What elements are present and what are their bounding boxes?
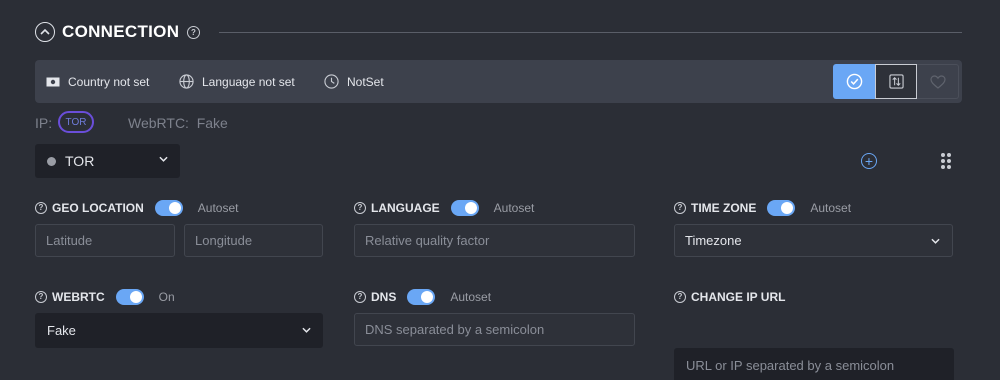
help-circle-icon[interactable]: ? (674, 202, 686, 214)
status-dot (47, 156, 56, 166)
dns-field[interactable]: DNS separated by a semicolon (354, 313, 635, 346)
longitude-field[interactable]: Longitude (184, 224, 323, 257)
confirm-button[interactable] (833, 64, 875, 99)
language-summary: Language not set (179, 60, 295, 103)
country-summary: Country not set (46, 60, 149, 103)
webrtc-section-label: WEBRTC (52, 290, 105, 304)
dns-autoset: Autoset (450, 290, 492, 304)
proxy-select[interactable]: TOR (35, 144, 180, 178)
timezone-toggle[interactable] (767, 200, 796, 216)
latitude-field[interactable]: Latitude (35, 224, 175, 257)
dns-label: DNS (371, 290, 397, 304)
language-toggle[interactable] (450, 200, 479, 216)
favorite-button[interactable] (917, 64, 959, 99)
help-circle-icon[interactable]: ? (354, 202, 366, 214)
chevron-up-icon (40, 29, 50, 35)
language-header: ? LANGUAGE Autoset (354, 199, 534, 217)
change-ip-field[interactable]: URL or IP separated by a semicolon (674, 348, 954, 380)
webrtc-header: ? WEBRTC On (35, 288, 175, 306)
language-section-label: LANGUAGE (371, 201, 440, 215)
flag-icon (46, 77, 60, 86)
help-circle-icon[interactable]: ? (35, 202, 47, 214)
timezone-section-label: TIME ZONE (691, 201, 757, 215)
clock-icon (324, 74, 339, 89)
heart-icon (929, 74, 946, 89)
language-autoset: Autoset (493, 201, 535, 215)
dns-toggle[interactable] (407, 289, 436, 305)
section-title: CONNECTION (62, 22, 180, 41)
timezone-summary: NotSet (324, 60, 384, 103)
ip-badge: TOR (58, 111, 94, 133)
timezone-label: NotSet (347, 74, 384, 89)
geolocation-label: GEO LOCATION (52, 201, 144, 215)
add-proxy-button[interactable]: + (861, 153, 877, 169)
geolocation-toggle[interactable] (154, 200, 183, 216)
header-divider (219, 32, 962, 33)
check-icon (846, 73, 862, 90)
chevron-down-icon (302, 327, 311, 333)
help-circle-icon[interactable]: ? (187, 26, 200, 39)
swap-button[interactable] (875, 64, 917, 99)
timezone-autoset: Autoset (810, 201, 852, 215)
chevron-down-icon (931, 238, 940, 244)
webrtc-select[interactable]: Fake (35, 313, 323, 348)
country-label: Country not set (68, 74, 150, 89)
drag-handle-icon[interactable] (941, 153, 951, 169)
geolocation-autoset: Autoset (197, 201, 239, 215)
timezone-header: ? TIME ZONE Autoset (674, 199, 851, 217)
swap-icon (888, 74, 904, 89)
webrtc-state: On (158, 290, 175, 304)
change-ip-label: CHANGE IP URL (691, 290, 786, 304)
webrtc-info: WebRTC: Fake (128, 115, 228, 131)
help-circle-icon[interactable]: ? (354, 291, 366, 303)
timezone-select[interactable]: Timezone (674, 224, 953, 257)
dns-header: ? DNS Autoset (354, 288, 491, 306)
language-label: Language not set (202, 74, 295, 89)
ip-label: IP: (35, 115, 53, 131)
webrtc-toggle[interactable] (115, 289, 144, 305)
change-ip-header: ? CHANGE IP URL (674, 288, 785, 306)
chevron-down-icon (159, 156, 168, 162)
summary-bar: Country not set Language not set NotSet (35, 60, 962, 103)
geolocation-header: ? GEO LOCATION Autoset (35, 199, 238, 217)
help-circle-icon[interactable]: ? (674, 291, 686, 303)
plus-icon: + (864, 153, 874, 169)
language-field[interactable]: Relative quality factor (354, 224, 635, 257)
collapse-toggle[interactable] (35, 22, 55, 42)
help-circle-icon[interactable]: ? (35, 291, 47, 303)
globe-icon (179, 74, 194, 89)
proxy-selected: TOR (65, 153, 95, 169)
